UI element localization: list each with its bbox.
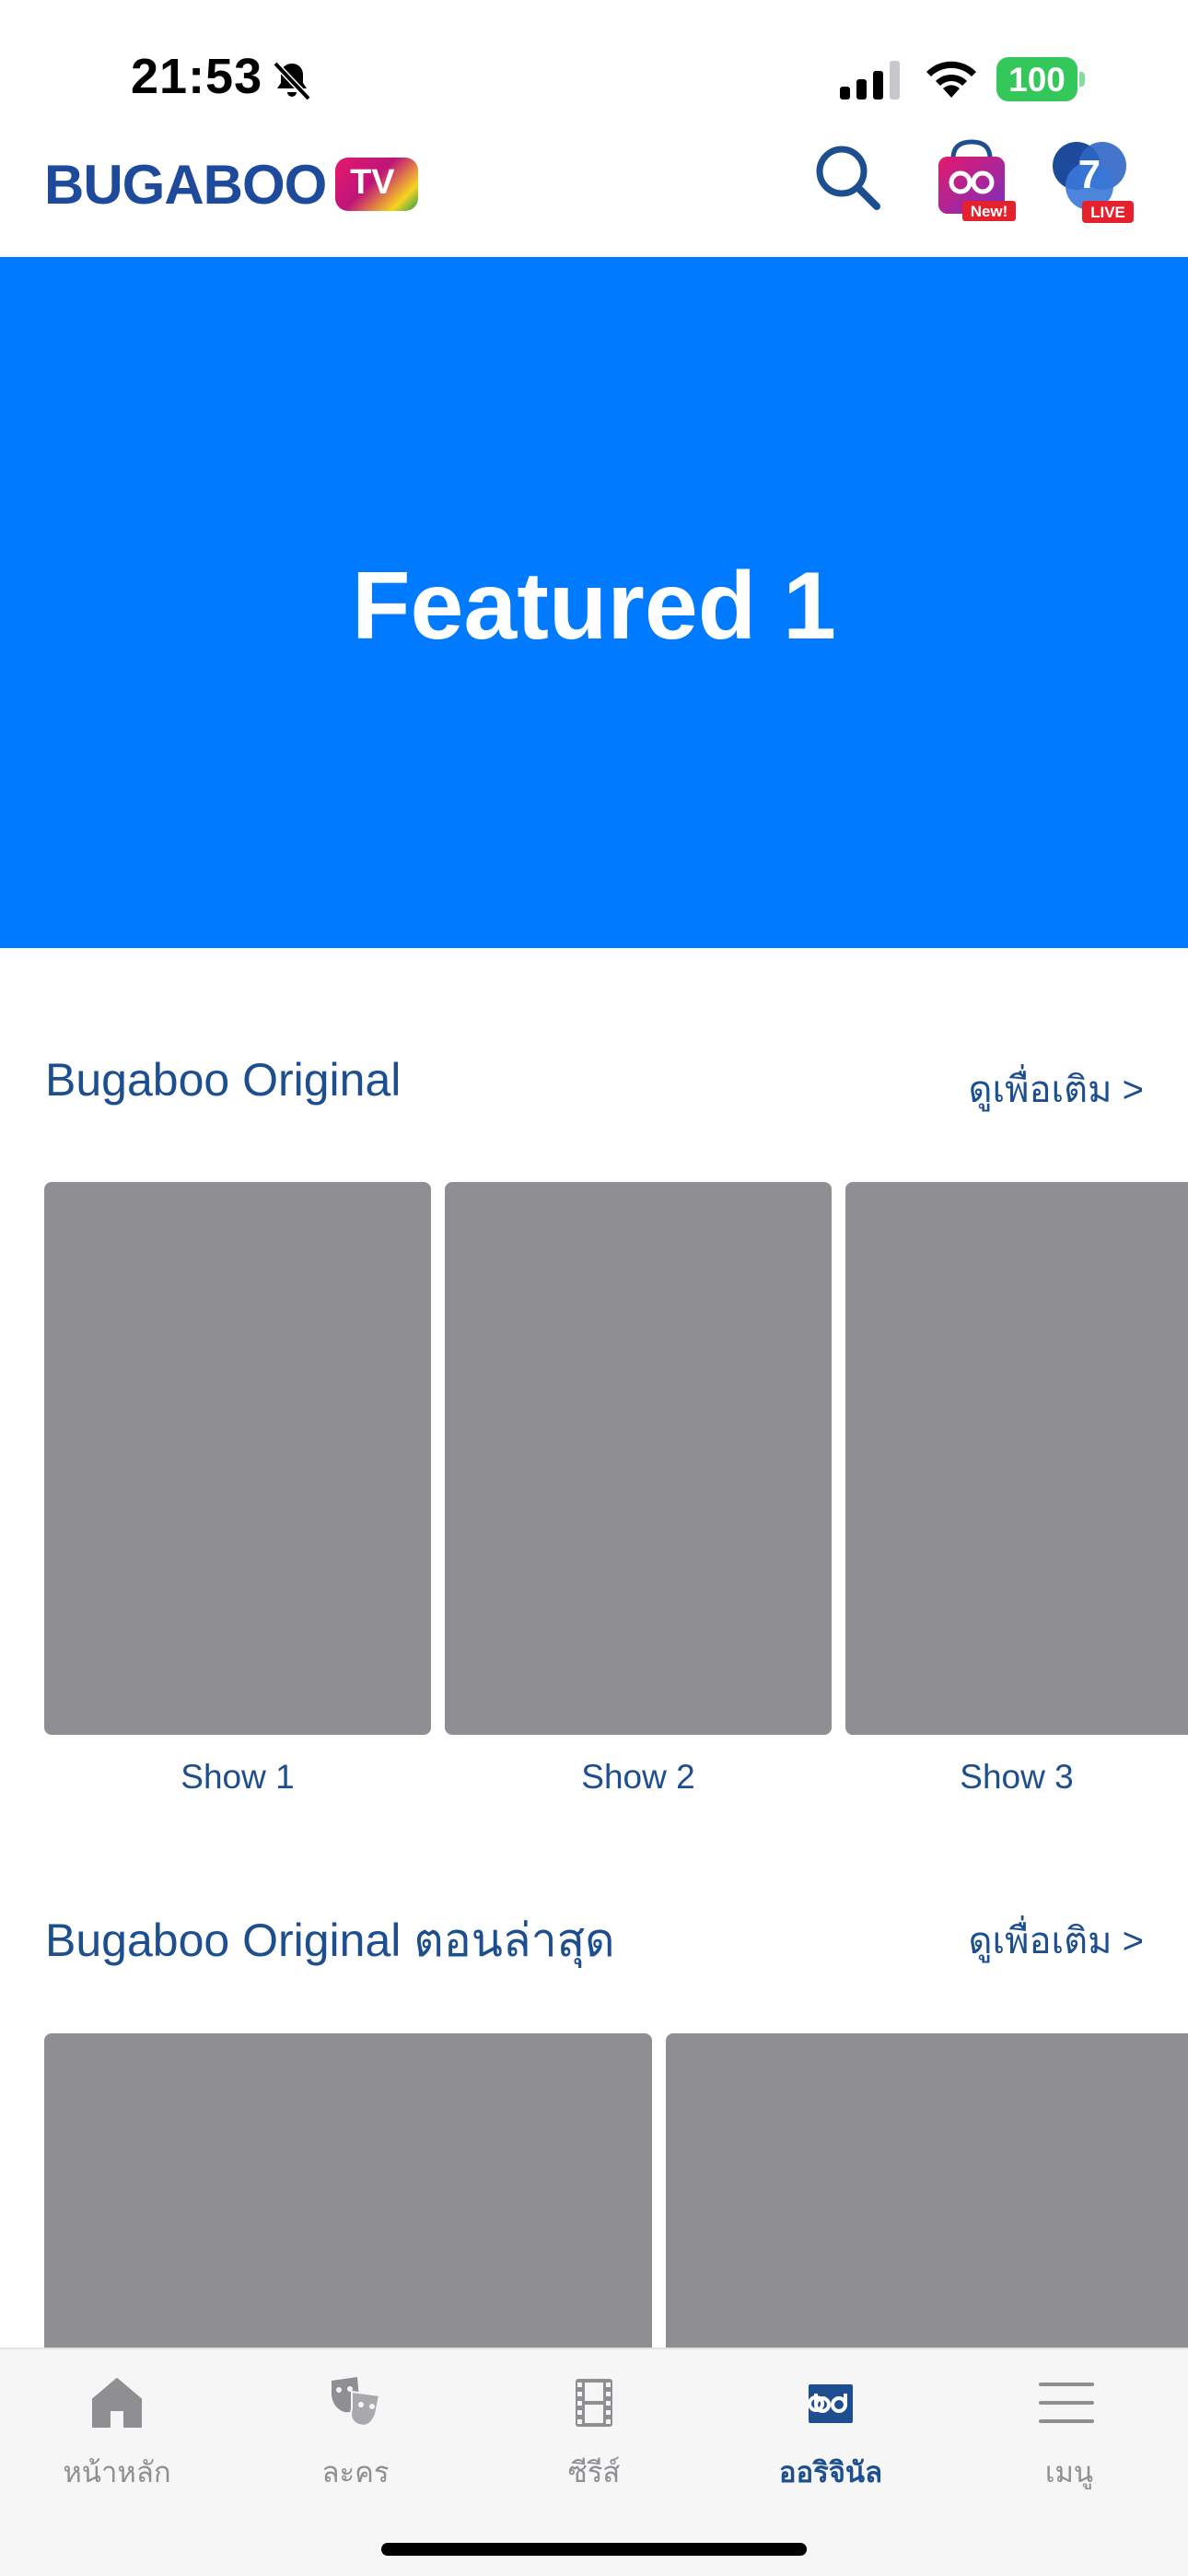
live-tv-button[interactable]: 7 LIVE xyxy=(1043,133,1136,225)
carousel-dot[interactable] xyxy=(560,1125,580,1145)
featured-title: Featured 1 xyxy=(352,553,836,660)
bell-slash-icon xyxy=(273,61,311,101)
bugaboo-original-icon xyxy=(808,2384,853,2423)
show-title[interactable]: Show 2 xyxy=(445,1758,832,1797)
carousel-page-indicator[interactable] xyxy=(0,1125,1188,1147)
logo-tv-badge: TV xyxy=(335,158,419,211)
search-icon[interactable] xyxy=(810,140,884,214)
ch7-live-icon: 7 LIVE xyxy=(1053,142,1134,223)
see-more-link[interactable]: ดูเพื่อเติม > xyxy=(968,1060,1144,1118)
featured-carousel[interactable]: Featured 1 xyxy=(0,257,1188,1145)
battery-level: 100 xyxy=(1008,61,1066,99)
tab-label: เมนู xyxy=(1044,2456,1094,2489)
tab-home[interactable]: หน้าหลัก xyxy=(25,2375,209,2495)
tab-label: ออริจินัล xyxy=(778,2456,883,2489)
app-header: BUGABOO TV New! 7 LIVE xyxy=(0,129,1188,258)
tab-original[interactable]: ออริจินัล xyxy=(739,2375,923,2495)
carousel-dot[interactable] xyxy=(658,1125,678,1145)
film-strip-icon xyxy=(576,2379,612,2427)
see-more-link[interactable]: ดูเพื่อเติม > xyxy=(968,1911,1144,1970)
episode-thumbnail[interactable] xyxy=(666,2033,1188,2348)
battery-icon: 100 xyxy=(996,57,1085,101)
hamburger-menu-icon xyxy=(1039,2383,1094,2423)
cellular-signal-icon xyxy=(840,61,900,100)
status-bar: 21:53 100 xyxy=(0,0,1188,138)
status-time: 21:53 xyxy=(131,49,263,104)
show-title[interactable]: Show 1 xyxy=(44,1758,431,1797)
logo-text: BUGABOO xyxy=(44,153,327,216)
show-title[interactable]: Show 3 xyxy=(845,1758,1188,1797)
svg-text:7: 7 xyxy=(1078,152,1101,197)
shopping-bag-icon: New! xyxy=(938,139,1016,221)
show-thumbnail[interactable] xyxy=(445,1182,832,1735)
home-indicator[interactable] xyxy=(381,2543,807,2556)
show-thumbnail[interactable] xyxy=(44,1182,431,1735)
tab-drama[interactable]: ละคร xyxy=(263,2375,448,2495)
tab-label: ละคร xyxy=(321,2456,390,2489)
home-icon xyxy=(92,2378,142,2428)
carousel-dot[interactable] xyxy=(706,1125,727,1145)
tab-label: หน้าหลัก xyxy=(63,2456,171,2489)
tab-series[interactable]: ซีรีส์ xyxy=(502,2375,686,2495)
bugaboo-tv-logo[interactable]: BUGABOO TV xyxy=(44,147,419,221)
svg-text:LIVE: LIVE xyxy=(1090,204,1125,221)
tab-menu[interactable]: เมนู xyxy=(977,2375,1161,2495)
theater-masks-icon xyxy=(332,2377,381,2427)
carousel-dot[interactable] xyxy=(511,1125,531,1145)
section-title: Bugaboo Original xyxy=(45,1054,402,1106)
show-thumbnail[interactable] xyxy=(845,1182,1188,1735)
shopping-bag-button[interactable]: New! xyxy=(926,135,1018,223)
bottom-tab-bar: หน้าหลัก ละคร ซีรีส์ ออริจินัล เมนู xyxy=(0,2348,1188,2576)
svg-text:New!: New! xyxy=(971,203,1008,220)
episode-thumbnail[interactable] xyxy=(44,2033,652,2348)
tab-label: ซีรีส์ xyxy=(567,2456,621,2489)
wifi-icon xyxy=(926,61,976,98)
carousel-dot[interactable] xyxy=(462,1125,483,1145)
carousel-dot[interactable] xyxy=(609,1125,629,1145)
section-title: Bugaboo Original ตอนล่าสุด xyxy=(45,1914,615,1966)
